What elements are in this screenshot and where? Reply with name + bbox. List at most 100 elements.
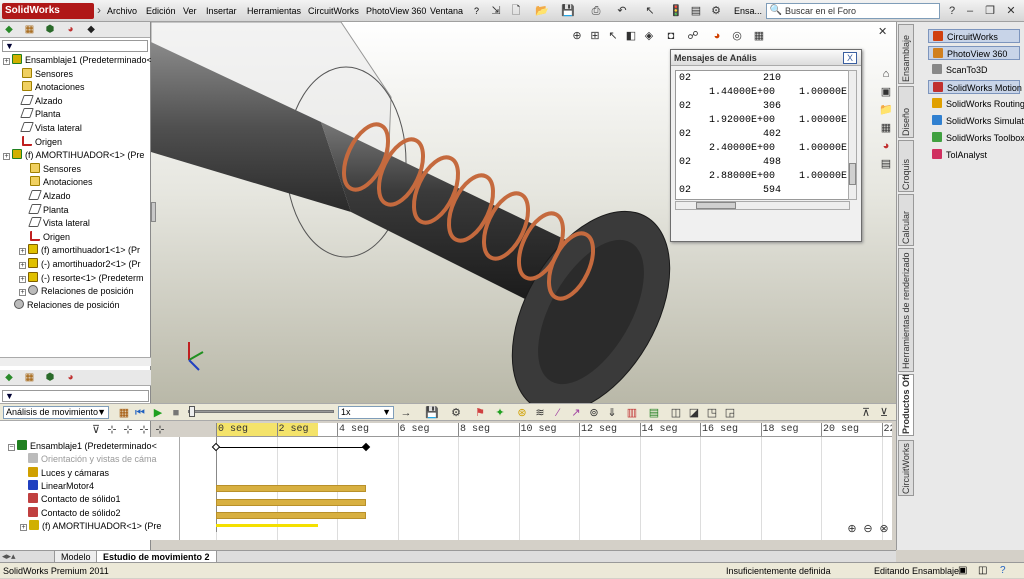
units-icon[interactable]: ◫ [978, 563, 987, 579]
study-type-select[interactable]: Análisis de movimiento ▼ [3, 406, 109, 419]
menu-herramientas[interactable]: Herramientas [247, 6, 301, 16]
previous-view-icon[interactable]: ↖ [605, 28, 621, 44]
expand-icon[interactable]: + [3, 58, 10, 65]
amortiguador-bar[interactable] [216, 524, 318, 527]
play-icon[interactable]: ▶ [150, 405, 166, 421]
hide-show-icon[interactable]: ☍ [685, 28, 701, 44]
restore-icon[interactable]: ❐ [982, 3, 998, 19]
design-library-icon[interactable]: ▣ [878, 84, 894, 100]
custom-properties-icon[interactable]: ▤ [878, 156, 894, 172]
config-manager-tab-icon[interactable]: ⬢ [42, 23, 58, 37]
tree-hscroll[interactable] [0, 357, 151, 366]
print-icon[interactable]: ⎙ [588, 3, 604, 19]
messages-vscroll[interactable] [848, 70, 857, 200]
timeline-ruler[interactable]: 0 seg 2 seg 4 seg 6 seg 8 seg 10 seg 12 seg 14 … [216, 423, 892, 437]
contact-icon[interactable]: ⊚ [586, 405, 602, 421]
options-icon[interactable]: ⚙ [708, 3, 724, 19]
undo-icon[interactable]: ↶ [614, 3, 630, 19]
solidworks-logo[interactable]: SolidWorks [2, 3, 94, 19]
motion-tree-item[interactable]: − Ensamblaje1 (Predeterminado< [8, 440, 158, 453]
force-icon[interactable]: ↗ [568, 405, 584, 421]
appearance-icon[interactable]: ◕ [709, 28, 725, 44]
expand-icon[interactable]: + [19, 248, 26, 256]
zoom-timeline-icon[interactable]: ⊹ [152, 422, 168, 438]
tree-item[interactable]: Vista lateral [11, 122, 161, 135]
calculate-icon[interactable]: ▦ [116, 405, 132, 421]
messages-hscroll[interactable] [675, 201, 850, 210]
contact2-bar[interactable] [216, 512, 366, 519]
paste-icon[interactable]: ◲ [722, 405, 738, 421]
tree-item[interactable]: Anotaciones [11, 81, 161, 94]
motion-filter[interactable]: ▼ [2, 390, 149, 402]
zoom-area-icon[interactable]: ⊞ [587, 28, 603, 44]
tab-calcular[interactable]: Calcular [898, 194, 914, 246]
tree-item[interactable]: + (-) resorte<1> (Predeterm [19, 271, 169, 285]
feature-manager-tab-icon[interactable]: ◆ [1, 23, 17, 37]
filter-results-icon[interactable]: ⊹ [136, 422, 152, 438]
display-style-icon[interactable]: ◘ [663, 28, 679, 44]
tree-item[interactable]: Sensores [11, 67, 161, 81]
task-solidworks-motion[interactable]: SolidWorks Motion [928, 80, 1022, 94]
motion-tree-item[interactable]: Contacto de sólido1 [28, 493, 178, 506]
damper-icon[interactable]: ⁄ [550, 405, 566, 421]
tree-item[interactable]: Vista lateral [19, 217, 169, 230]
expand-icon[interactable]: + [3, 153, 10, 161]
minimize-icon[interactable]: – [962, 3, 978, 19]
zoom-in-timeline-icon[interactable]: ⊕ [844, 521, 860, 537]
tree-item[interactable]: Anotaciones [19, 176, 169, 189]
menu-ventana[interactable]: Ventana [430, 6, 463, 16]
play-from-start-icon[interactable]: ⏮ [132, 405, 148, 421]
tree-filter[interactable]: ▼ [2, 40, 148, 52]
expand-icon[interactable]: + [20, 523, 27, 531]
task-photoview[interactable]: PhotoView 360 [928, 46, 1020, 60]
home-icon[interactable]: ⌂ [878, 66, 894, 82]
tree-item[interactable]: + (-) amortihuador2<1> (Pr [19, 258, 169, 271]
results-plots-icon[interactable]: ▥ [624, 405, 640, 421]
messages-close-button[interactable]: X [843, 52, 857, 64]
study-properties-icon[interactable]: ▤ [646, 405, 662, 421]
task-scanto3d[interactable]: ScanTo3D [928, 63, 988, 77]
key-point-start[interactable] [211, 442, 221, 452]
menu-photoview[interactable]: PhotoView 360 [366, 6, 426, 16]
zoom-fit-icon[interactable]: ⊕ [569, 28, 585, 44]
expand-icon[interactable]: − [8, 444, 15, 451]
tab-herramientas-renderizado[interactable]: Herramientas de renderizado [898, 248, 914, 372]
file-explorer-icon[interactable]: 📁 [878, 102, 894, 118]
animation-wizard-icon[interactable]: ⚙ [448, 405, 464, 421]
menu-ver[interactable]: Ver [183, 6, 197, 16]
motion-tree-item[interactable]: + (f) AMORTIHUADOR<1> (Pre [20, 519, 170, 533]
tree-item[interactable]: + Relaciones de posición [19, 285, 169, 298]
tree-item[interactable]: Relaciones de posición [3, 298, 153, 312]
display-manager-tab-icon[interactable]: ◕ [63, 23, 79, 37]
playback-slider[interactable] [188, 406, 334, 417]
task-solidworks-routing[interactable]: SolidWorks Routing [928, 97, 1024, 111]
linear-motor-bar[interactable] [216, 485, 366, 492]
property-manager-tab-icon[interactable]: ▦ [22, 23, 38, 37]
motion-tree-item[interactable]: Luces y cámaras [28, 466, 178, 480]
task-solidworks-toolbox[interactable]: SolidWorks Toolbox [928, 131, 1024, 145]
gravity-icon[interactable]: ⇓ [604, 405, 620, 421]
timeline-area[interactable]: ⊕ ⊖ ⊗ [180, 437, 892, 540]
save-icon[interactable]: 💾 [560, 3, 576, 19]
menu-archivo[interactable]: Archivo [107, 6, 137, 16]
timeline-view-icon[interactable]: ◪ [686, 405, 702, 421]
property-manager-tab-icon[interactable]: ▦ [22, 371, 38, 385]
viewport-close-icon[interactable]: ✕ [878, 25, 887, 38]
status-help-icon[interactable]: ? [1000, 563, 1006, 579]
tree-item[interactable]: + Ensamblaje1 (Predeterminado<E [3, 54, 153, 67]
tree-item[interactable]: Alzado [11, 94, 161, 108]
task-tolanalyst[interactable]: TolAnalyst [928, 148, 987, 162]
task-solidworks-simulation[interactable]: SolidWorks Simulation [928, 114, 1024, 128]
menu-arrow-icon[interactable]: › [97, 3, 101, 17]
menu-insertar[interactable]: Insertar [206, 6, 237, 16]
tab-croquis[interactable]: Croquis [898, 140, 914, 192]
select-arrow-icon[interactable]: ↖ [642, 3, 658, 19]
collapse-icon[interactable]: ◫ [668, 405, 684, 421]
autokey-icon[interactable]: ⚑ [472, 405, 488, 421]
appearances-icon[interactable]: ◕ [878, 138, 894, 154]
tree-item[interactable]: Planta [11, 108, 161, 121]
contact1-bar[interactable] [216, 499, 366, 506]
tree-item[interactable]: Alzado [19, 190, 169, 203]
spring-icon[interactable]: ≋ [532, 405, 548, 421]
expand-icon[interactable]: + [19, 289, 26, 297]
